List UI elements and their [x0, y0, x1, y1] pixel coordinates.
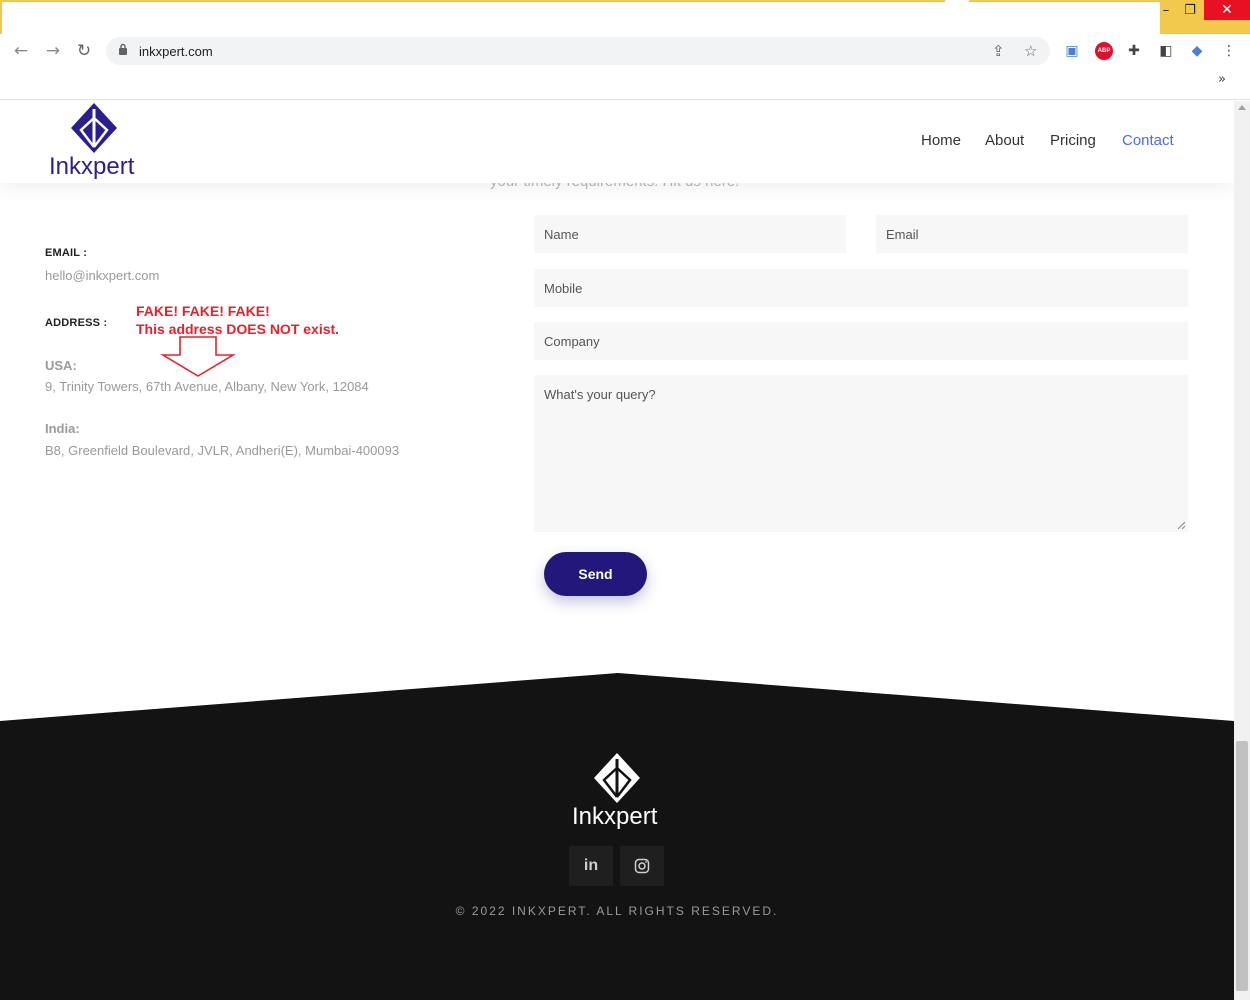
footer-logo[interactable]: Inkxpert: [570, 753, 666, 833]
email-placeholder: Email: [886, 227, 919, 242]
mobile-input[interactable]: Mobile: [534, 269, 1188, 307]
web-page: your timely requirements. Hit us here! I…: [0, 101, 1234, 1000]
resize-handle-icon[interactable]: [1177, 521, 1186, 530]
annotation-arrow-icon: [160, 336, 236, 377]
linkedin-label: in: [583, 857, 599, 874]
nav-pricing[interactable]: Pricing: [1050, 132, 1096, 149]
reload-icon[interactable]: ↻: [73, 40, 95, 62]
minimize-icon[interactable]: –: [1160, 0, 1172, 20]
site-header: Inkxpert Home About Pricing Contact: [0, 101, 1234, 183]
mobile-placeholder: Mobile: [544, 281, 583, 296]
address-label: ADDRESS :: [45, 317, 108, 329]
footer-logo-mark-icon: [594, 753, 640, 803]
browser-chrome: – ❐ ✕ ← → ↻ inkxpert.com ⇪ ☆ ▣ ABP ✚ ◧ ◆…: [0, 0, 1250, 100]
email-input[interactable]: Email: [876, 215, 1188, 253]
bookmark-star-icon[interactable]: ☆: [1024, 42, 1037, 60]
site-logo[interactable]: Inkxpert: [49, 103, 145, 183]
adblock-icon[interactable]: ABP: [1095, 42, 1113, 60]
browser-menu-icon[interactable]: ⋮: [1220, 42, 1238, 60]
india-address: B8, Greenfield Boulevard, JVLR, Andheri(…: [45, 443, 400, 458]
copyright-text: © 2022 INKXPERT. ALL RIGHTS RESERVED.: [455, 904, 779, 918]
forward-icon[interactable]: →: [42, 40, 64, 62]
instagram-icon[interactable]: [620, 846, 664, 886]
company-input[interactable]: Company: [534, 322, 1188, 360]
extension-icon-translate[interactable]: ▣: [1063, 42, 1081, 60]
bookmarks-overflow-icon[interactable]: »: [1218, 72, 1226, 87]
url-text: inkxpert.com: [139, 44, 213, 59]
nav-home[interactable]: Home: [921, 132, 961, 149]
logo-text: Inkxpert: [49, 153, 135, 180]
query-placeholder: What's your query?: [544, 387, 656, 402]
close-icon[interactable]: ✕: [1204, 0, 1250, 20]
address-bar[interactable]: inkxpert.com ⇪ ☆: [106, 37, 1050, 65]
usa-address: 9, Trinity Towers, 67th Avenue, Albany, …: [45, 379, 369, 394]
side-panel-icon[interactable]: ◧: [1157, 42, 1175, 60]
logo-mark-icon: [71, 103, 117, 153]
browser-toolbar: ← → ↻ inkxpert.com ⇪ ☆ ▣ ABP ✚ ◧ ◆ ⋮: [0, 34, 1250, 68]
company-placeholder: Company: [544, 334, 600, 349]
send-button[interactable]: Send: [544, 552, 647, 596]
email-value[interactable]: hello@inkxpert.com: [45, 268, 159, 283]
lock-icon: [118, 43, 128, 58]
footer-background: [0, 673, 1234, 1000]
extension-icon-wave[interactable]: ◆: [1188, 42, 1206, 60]
email-label: EMAIL :: [45, 247, 88, 259]
footer-logo-text: Inkxpert: [572, 803, 658, 830]
india-label: India:: [45, 421, 80, 436]
nav-about[interactable]: About: [985, 132, 1024, 149]
name-placeholder: Name: [544, 227, 579, 242]
extensions-puzzle-icon[interactable]: ✚: [1125, 42, 1143, 60]
name-input[interactable]: Name: [534, 215, 846, 253]
linkedin-icon[interactable]: in: [569, 846, 613, 886]
scrollbar-thumb[interactable]: [1236, 741, 1248, 991]
query-textarea[interactable]: What's your query?: [534, 375, 1188, 532]
usa-label: USA:: [45, 358, 77, 373]
restore-icon[interactable]: ❐: [1176, 0, 1204, 20]
annotation-line-1: FAKE! FAKE! FAKE!: [136, 303, 270, 319]
nav-contact[interactable]: Contact: [1122, 132, 1174, 149]
share-icon[interactable]: ⇪: [992, 42, 1005, 60]
tab-strip: – ❐ ✕: [0, 0, 1250, 34]
scroll-up-icon[interactable]: [1238, 105, 1246, 110]
page-scrollbar[interactable]: [1234, 101, 1250, 1000]
back-icon[interactable]: ←: [10, 40, 32, 62]
